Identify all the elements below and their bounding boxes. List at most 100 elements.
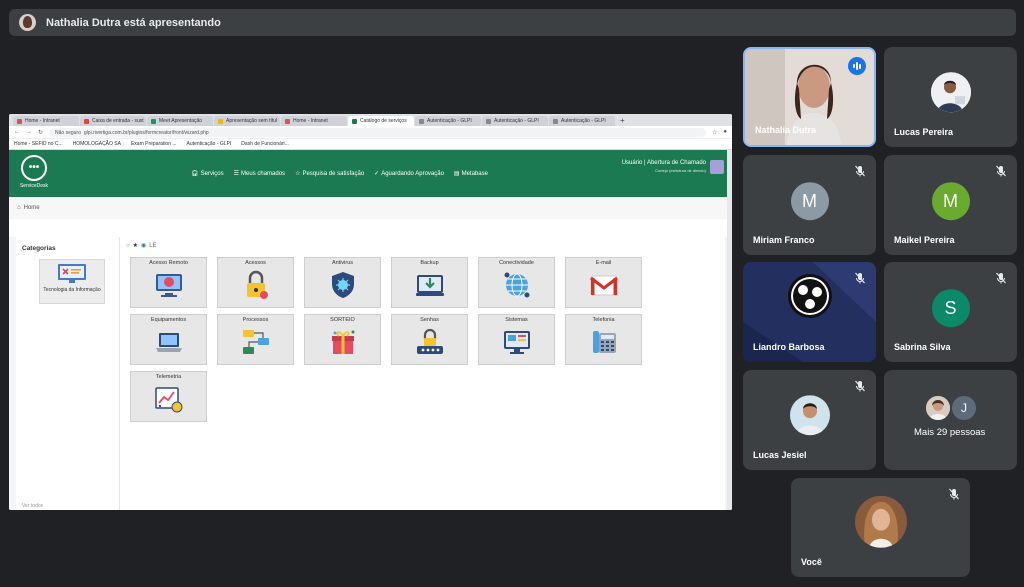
service-label: Acessos [245,260,266,266]
nav-aguardando[interactable]: ✓ Aguardando Aprovação [374,170,444,177]
nav-servicos[interactable]: 🎧︎ Serviços [191,170,224,177]
category-card-ti[interactable]: Tecnologia da Informação [39,259,105,304]
participant-photo [854,495,907,548]
check-icon: ✓ [374,171,380,177]
user-profile-name: Usuário | Abertura de Chamado [621,160,706,166]
nav-label: Meus chamados [241,171,286,177]
participant-tile-maikel[interactable]: M Maikel Pereira [884,155,1017,255]
group-photo [926,396,950,420]
new-tab-button[interactable]: + [616,116,629,126]
service-label: Conectividade [499,260,534,266]
service-acessos[interactable]: Acessos [217,257,294,308]
remote-access-icon [155,274,182,297]
presenting-title: Nathalia Dutra está apresentando [46,16,221,29]
service-label: Telemetria [155,374,182,380]
tab-label: Caixa de entrada - sust [92,118,144,124]
profile-icon[interactable]: ● [723,129,727,135]
bookmark[interactable]: Dash de Funcionári... [241,141,289,147]
breadcrumb: ⌂ Home [9,197,732,219]
browser-tab[interactable]: Meet Apresentação [147,116,213,126]
service-sistemas[interactable]: Sistemas [478,314,555,365]
service-processos[interactable]: Processos [217,314,294,365]
tab-label: Home - Intranet [25,118,60,124]
participant-avatar: M [790,182,829,221]
bookmark[interactable]: Autenticação - GLPI [187,141,232,147]
tab-label: Autenticação - GLPI [427,118,472,124]
extensions-icon[interactable]: ☆ [712,129,717,136]
service-senhas[interactable]: Senhas [391,314,468,365]
participant-tile-lucas-pereira[interactable]: Lucas Pereira [884,47,1017,147]
participant-name: Sabrina Silva [894,342,951,352]
nav-meus-chamados[interactable]: ☰ Meus chamados [234,170,285,177]
service-acesso-remoto[interactable]: Acesso Remoto [130,257,207,308]
participant-tile-others[interactable]: J Mais 29 pessoas [884,370,1017,470]
browser-tab[interactable]: Caixa de entrada - sust [80,116,146,126]
service-email[interactable]: E-mail [565,257,642,308]
nav-metabase[interactable]: ▤ Metabase [454,170,488,177]
services-panel: ○ ★ ◉ LE Acesso Remoto Acessos Antivirus [120,237,725,510]
favicon-icon [17,118,22,124]
browser-tab[interactable]: Autenticação - GLPI [415,116,481,126]
group-avatar: J [952,396,976,420]
footer-link[interactable]: Ver todos [22,503,43,509]
favicon-icon [352,118,357,124]
address-bar[interactable]: Não seguro glpi.rivertiga.com.br/plugins… [49,127,706,137]
backup-download-icon [415,275,444,296]
nav-label: Aguardando Aprovação [381,171,444,177]
browser-tab[interactable]: Home - Intranet [13,116,79,126]
reload-icon[interactable]: ↻ [38,129,43,136]
radio-icon[interactable]: ○ [126,243,130,249]
services-grid: Acesso Remoto Acessos Antivirus Backup C… [130,257,650,422]
favicon-icon [553,118,558,124]
padlock-icon [246,270,268,299]
categories-title: Categorias [22,245,56,252]
participant-name: Maikel Pereira [894,235,955,245]
participant-tile-miriam[interactable]: M Miriam Franco [743,155,876,255]
star-filter-icon[interactable]: ★ [133,242,138,249]
participant-tile-sabrina[interactable]: S Sabrina Silva [884,262,1017,362]
service-label: Equipamentos [150,317,187,323]
servicedesk-logo[interactable]: ••• ServiceDesk [17,154,51,193]
bookmark[interactable]: Exam Preparation ... [131,141,177,147]
chat-bubble-icon: ••• [21,154,47,181]
service-label: Antivirus [331,260,354,266]
browser-tab[interactable]: Home - Intranet [281,116,347,126]
tab-label: Catálogo de serviços [360,118,407,124]
participant-tile-liandro[interactable]: Liandro Barbosa [743,262,876,362]
service-sorteio[interactable]: SORTEIO [304,314,381,365]
browser-tab-active[interactable]: Catálogo de serviços [348,116,414,126]
forward-icon[interactable]: → [26,129,32,135]
participant-tile-nathalia[interactable]: Nathalia Dutra [743,47,876,147]
logo-text: ServiceDesk [19,182,49,189]
browser-tab[interactable]: Autenticação - GLPI [482,116,548,126]
breadcrumb-home[interactable]: Home [24,205,40,211]
service-label: Senhas [420,317,439,323]
bookmark[interactable]: Home - SEFID no C... [14,141,63,147]
service-telemetria[interactable]: Telemetria [130,371,207,422]
page-scrollbar[interactable] [727,150,732,510]
user-menu[interactable]: Usuário | Abertura de Chamado Cortejo (e… [622,160,724,174]
service-conectividade[interactable]: Conectividade [478,257,555,308]
back-icon[interactable]: ← [14,129,20,135]
view-filters: ○ ★ ◉ LE [126,242,157,250]
browser-tab[interactable]: Autenticação - GLPI [549,116,615,126]
categories-panel: Categorias Tecnologia da Informação [16,237,120,510]
service-antivirus[interactable]: Antivirus [304,257,381,308]
participant-name: Lucas Pereira [894,127,954,137]
bookmarks-bar: Home - SEFID no C... HOMOLOGAÇÃO SA Exam… [9,139,732,150]
browser-tab[interactable]: Apresentação sem títul [214,116,280,126]
participant-avatar: S [931,289,970,328]
service-telefonia[interactable]: Telefonia [565,314,642,365]
service-equipamentos[interactable]: Equipamentos [130,314,207,365]
participant-photo [930,72,971,113]
gmail-icon [589,275,618,296]
password-lock-icon [416,328,443,354]
check-radio-icon[interactable]: ◉ [141,242,146,249]
participant-tile-self[interactable]: Você [791,478,970,577]
nav-pesquisa[interactable]: ☆ Pesquisa de satisfação [295,170,364,177]
favicon-icon [419,118,424,124]
mic-off-icon [996,272,1006,284]
bookmark[interactable]: HOMOLOGAÇÃO SA [73,141,121,147]
service-backup[interactable]: Backup [391,257,468,308]
participant-tile-lucas-jesiel[interactable]: Lucas Jesiel [743,370,876,470]
